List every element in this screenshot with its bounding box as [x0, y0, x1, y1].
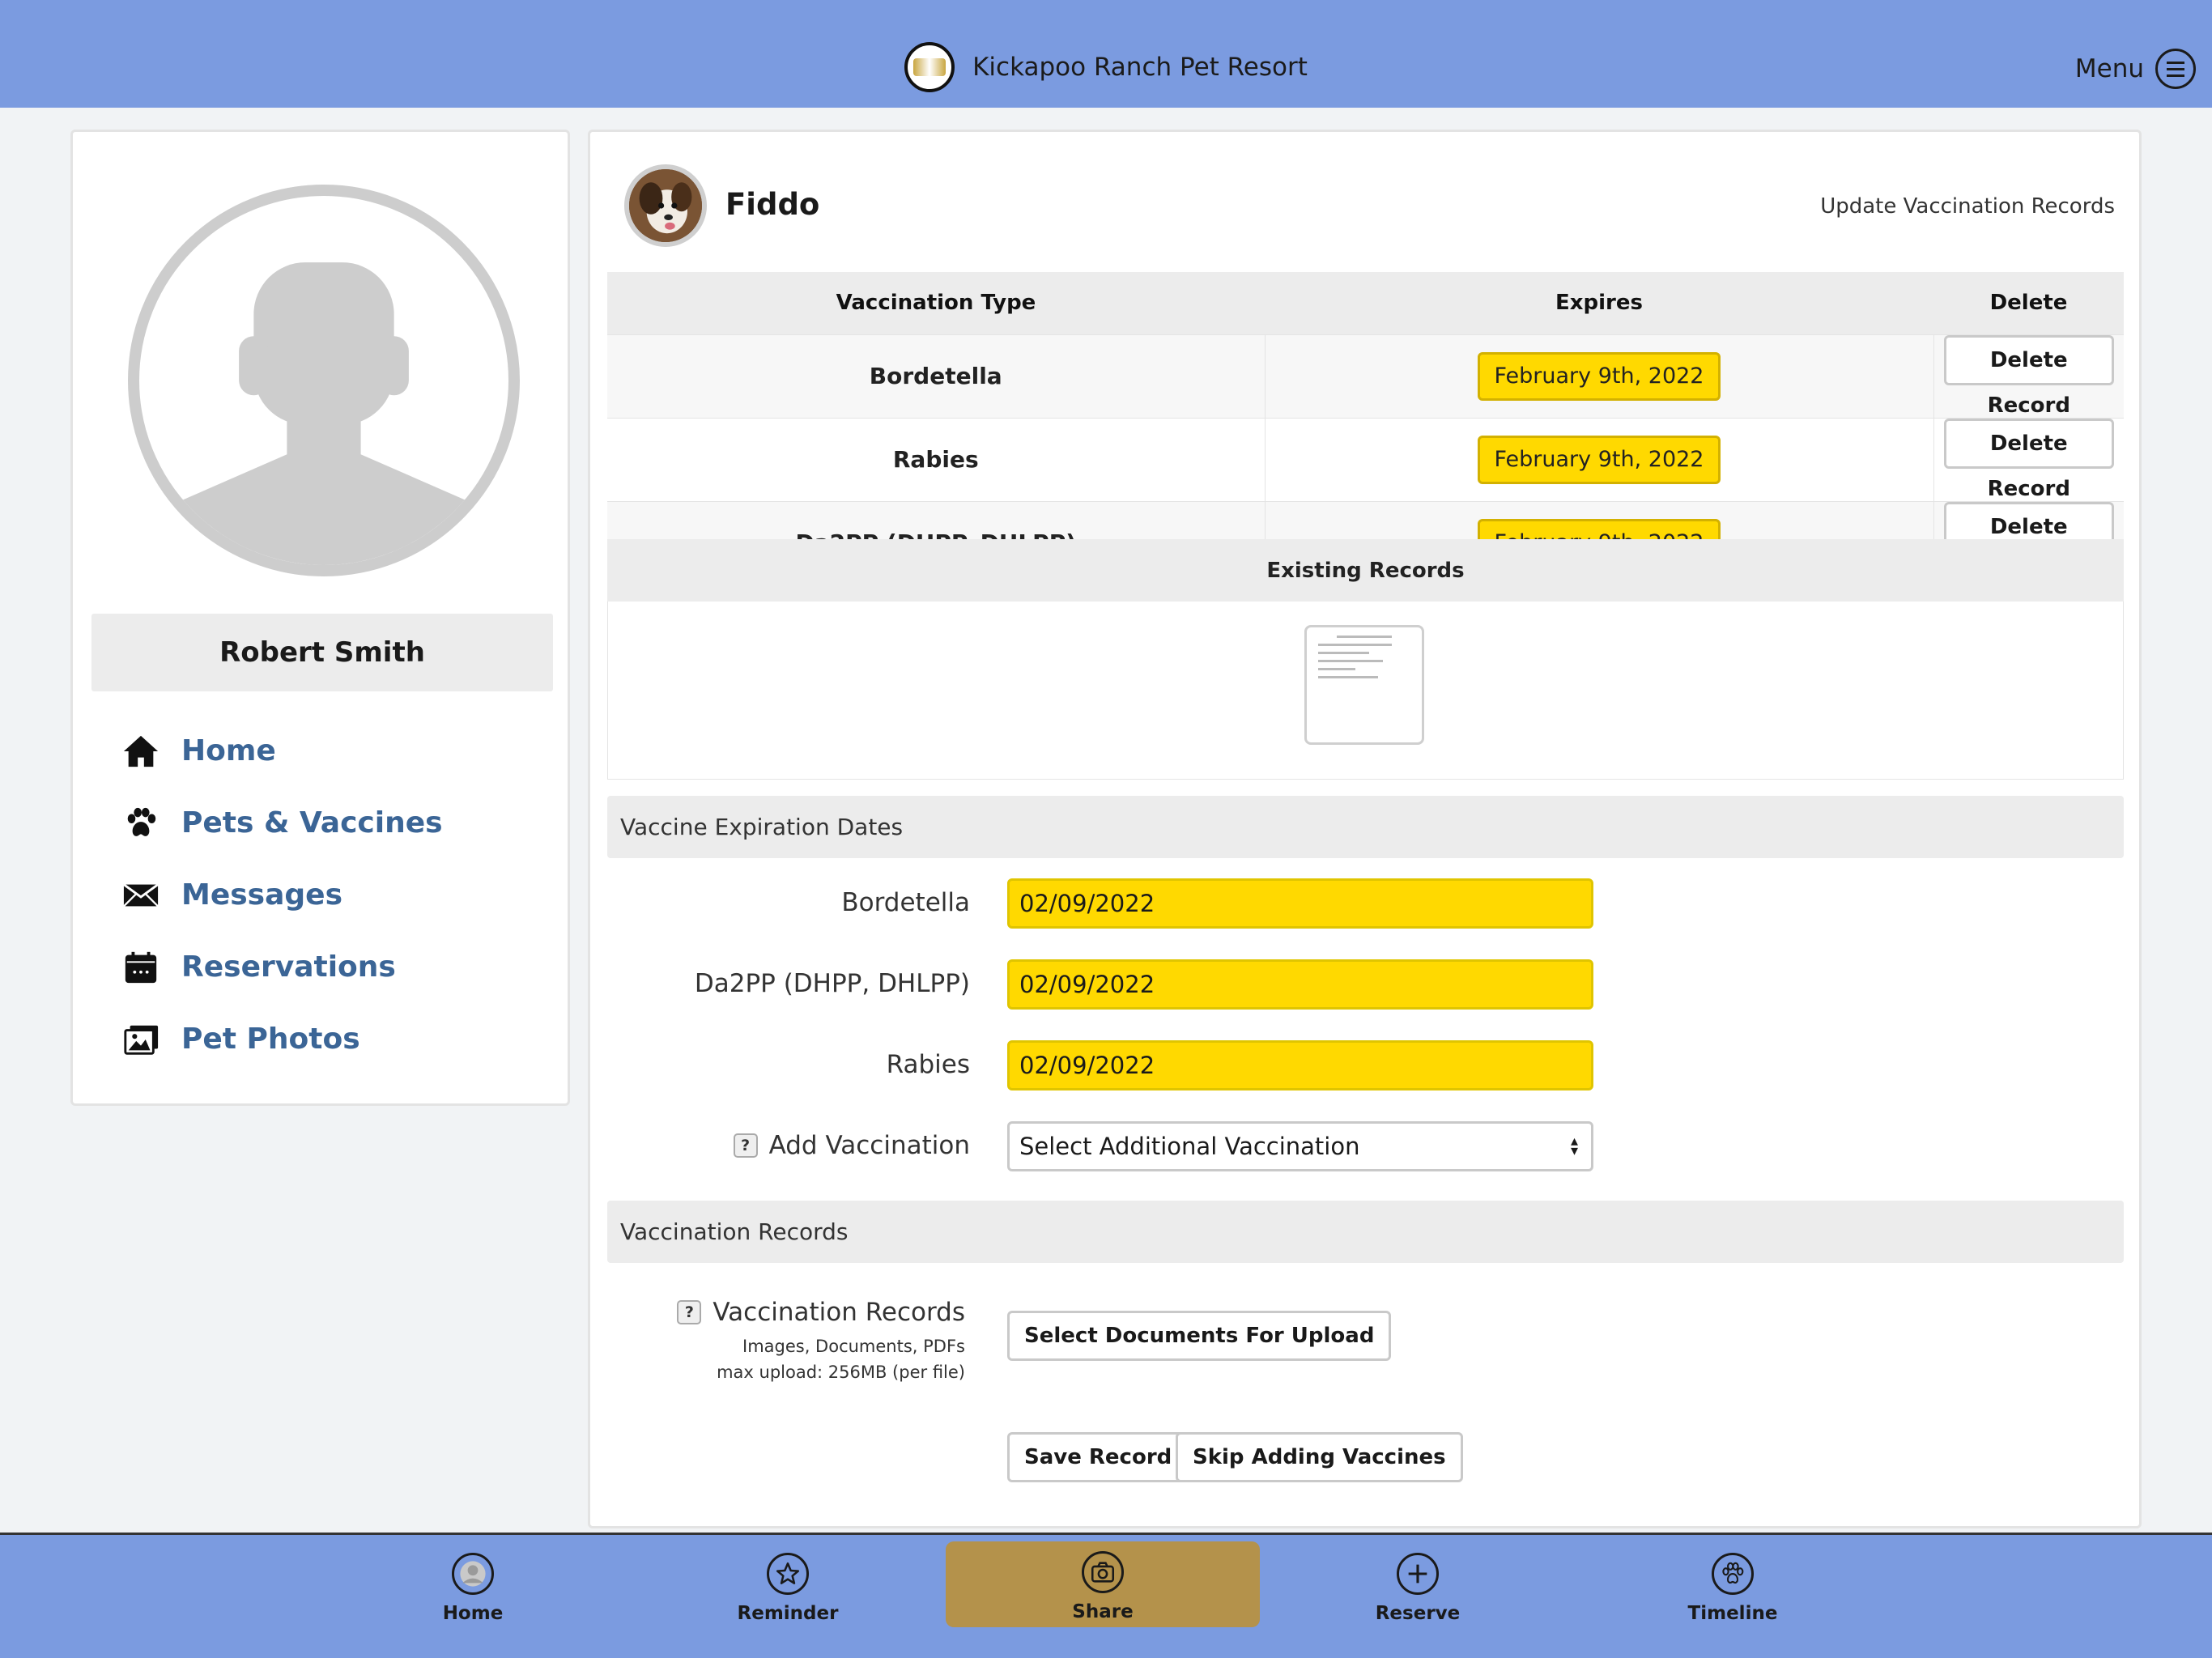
- calendar-icon: [121, 948, 160, 987]
- table-row: Bordetella February 9th, 2022 Delete Rec…: [607, 334, 2124, 418]
- hamburger-icon: [2155, 49, 2196, 89]
- column-header: Vaccination Type: [607, 272, 1265, 334]
- vaccination-table: Vaccination Type Expires Delete Bordetel…: [607, 272, 2124, 585]
- tab-reserve[interactable]: Reserve: [1264, 1535, 1572, 1656]
- expiry-date-badge: February 9th, 2022: [1478, 351, 1721, 401]
- help-icon[interactable]: ?: [733, 1133, 758, 1158]
- sidebar-item-pet-photos[interactable]: Pet Photos: [121, 1003, 443, 1075]
- sidebar-item-messages[interactable]: Messages: [121, 859, 443, 931]
- skip-adding-vaccines-button[interactable]: Skip Adding Vaccines: [1176, 1432, 1463, 1482]
- field-label: Rabies: [886, 1050, 970, 1079]
- da2pp-date-input[interactable]: [1007, 959, 1593, 1010]
- upload-hint-limit: max upload: 256MB (per file): [717, 1363, 965, 1382]
- column-header: Expires: [1265, 272, 1933, 334]
- upload-hint-types: Images, Documents, PDFs: [742, 1337, 965, 1356]
- camera-icon: [1082, 1551, 1124, 1593]
- vaccination-card: Fiddo Update Vaccination Records Vaccina…: [588, 130, 2142, 1528]
- tab-label: Timeline: [1687, 1603, 1778, 1624]
- existing-records-header: Existing Records: [607, 539, 2124, 602]
- delete-record-button[interactable]: Delete Record: [1943, 418, 2114, 501]
- user-avatar[interactable]: [128, 185, 520, 576]
- paw-icon: [121, 804, 160, 843]
- bordetella-date-input[interactable]: [1007, 878, 1593, 929]
- person-silhouette-icon: [168, 262, 479, 565]
- tab-label: Reserve: [1375, 1603, 1461, 1624]
- sidebar-item-home[interactable]: Home: [121, 715, 443, 787]
- brand[interactable]: Kickapoo Ranch Pet Resort: [0, 42, 2212, 92]
- select-value: Select Additional Vaccination: [1019, 1133, 1360, 1160]
- sidebar-item-label: Reservations: [181, 950, 396, 984]
- star-icon: [767, 1553, 809, 1595]
- save-record-button[interactable]: Save Record: [1007, 1432, 1189, 1482]
- form-row: Rabies: [607, 1040, 2124, 1090]
- tab-label: Reminder: [737, 1603, 839, 1624]
- bottom-tab-bar: Home Reminder Share Reserve Timeline: [0, 1533, 2212, 1658]
- paw-icon: [1712, 1553, 1754, 1595]
- sidebar-item-label: Pet Photos: [181, 1022, 360, 1056]
- sidebar-item-pets-vaccines[interactable]: Pets & Vaccines: [121, 787, 443, 859]
- delete-cell: Delete Record: [1933, 417, 2124, 501]
- brand-name: Kickapoo Ranch Pet Resort: [972, 53, 1308, 82]
- upload-label-block: ? Vaccination Records Images, Documents,…: [677, 1298, 965, 1385]
- envelope-icon: [121, 876, 160, 915]
- upload-hint: Images, Documents, PDFs max upload: 256M…: [677, 1333, 965, 1385]
- vaccination-type: Bordetella: [607, 334, 1265, 418]
- tab-home[interactable]: Home: [319, 1535, 627, 1656]
- vaccination-records-label: ? Vaccination Records: [677, 1298, 965, 1327]
- table-header-row: Vaccination Type Expires Delete: [607, 272, 2124, 334]
- top-bar: Kickapoo Ranch Pet Resort Menu: [0, 0, 2212, 108]
- sidebar-item-reservations[interactable]: Reservations: [121, 931, 443, 1003]
- column-header: Delete: [1933, 272, 2124, 334]
- rabies-date-input[interactable]: [1007, 1040, 1593, 1090]
- tab-share[interactable]: Share: [946, 1541, 1260, 1627]
- expiry-date-badge: February 9th, 2022: [1478, 435, 1721, 484]
- pet-name: Fiddo: [725, 187, 820, 222]
- tab-reminder[interactable]: Reminder: [634, 1535, 942, 1656]
- document-thumbnail[interactable]: [1304, 625, 1424, 745]
- add-vaccination-label-text: Add Vaccination: [768, 1131, 970, 1160]
- user-name: Robert Smith: [91, 614, 553, 691]
- vaccination-records-label-text: Vaccination Records: [713, 1298, 965, 1327]
- help-icon[interactable]: ?: [677, 1300, 702, 1324]
- menu-button[interactable]: Menu: [2075, 49, 2196, 89]
- menu-label: Menu: [2074, 54, 2144, 83]
- expires-cell: February 9th, 2022: [1264, 334, 1933, 418]
- expires-cell: February 9th, 2022: [1264, 417, 1933, 501]
- delete-record-button[interactable]: Delete Record: [1943, 334, 2114, 418]
- delete-cell: Delete Record: [1933, 334, 2124, 418]
- select-arrows-icon: ▴ ▾: [1570, 1133, 1578, 1159]
- update-vaccination-records-link[interactable]: Update Vaccination Records: [1820, 194, 2115, 219]
- tab-label: Home: [442, 1603, 504, 1624]
- home-icon: [121, 732, 160, 771]
- tab-timeline[interactable]: Timeline: [1579, 1535, 1887, 1656]
- sidebar-nav: Home Pets & Vaccines Messages Reservatio…: [121, 715, 443, 1075]
- table-row: Rabies February 9th, 2022 Delete Record: [607, 417, 2124, 501]
- sidebar-item-label: Pets & Vaccines: [181, 806, 443, 840]
- sidebar-item-label: Messages: [181, 878, 343, 912]
- field-label: Bordetella: [841, 888, 970, 917]
- vaccination-type: Rabies: [607, 417, 1265, 501]
- pet-avatar[interactable]: [624, 164, 707, 247]
- photos-icon: [121, 1020, 160, 1059]
- existing-records-panel: [607, 602, 2124, 780]
- vaccination-records-section-header: Vaccination Records: [607, 1201, 2124, 1263]
- sidebar-item-label: Home: [181, 734, 276, 767]
- field-label: Da2PP (DHPP, DHLPP): [694, 969, 970, 998]
- vaccine-expiration-section-header: Vaccine Expiration Dates: [607, 796, 2124, 858]
- user-icon: [452, 1553, 494, 1595]
- form-row: Da2PP (DHPP, DHLPP): [607, 959, 2124, 1010]
- add-vaccination-label: ? Add Vaccination: [733, 1131, 970, 1160]
- plus-icon: [1397, 1553, 1439, 1595]
- additional-vaccination-select[interactable]: Select Additional Vaccination ▴ ▾: [1007, 1121, 1593, 1171]
- brand-logo: [904, 42, 955, 92]
- profile-card: Robert Smith Home Pets & Vaccines Messag…: [70, 130, 570, 1106]
- tab-label: Share: [1072, 1601, 1134, 1622]
- select-documents-button[interactable]: Select Documents For Upload: [1007, 1311, 1392, 1361]
- form-row: Bordetella: [607, 878, 2124, 929]
- form-row: ? Add Vaccination Select Additional Vacc…: [607, 1121, 2124, 1171]
